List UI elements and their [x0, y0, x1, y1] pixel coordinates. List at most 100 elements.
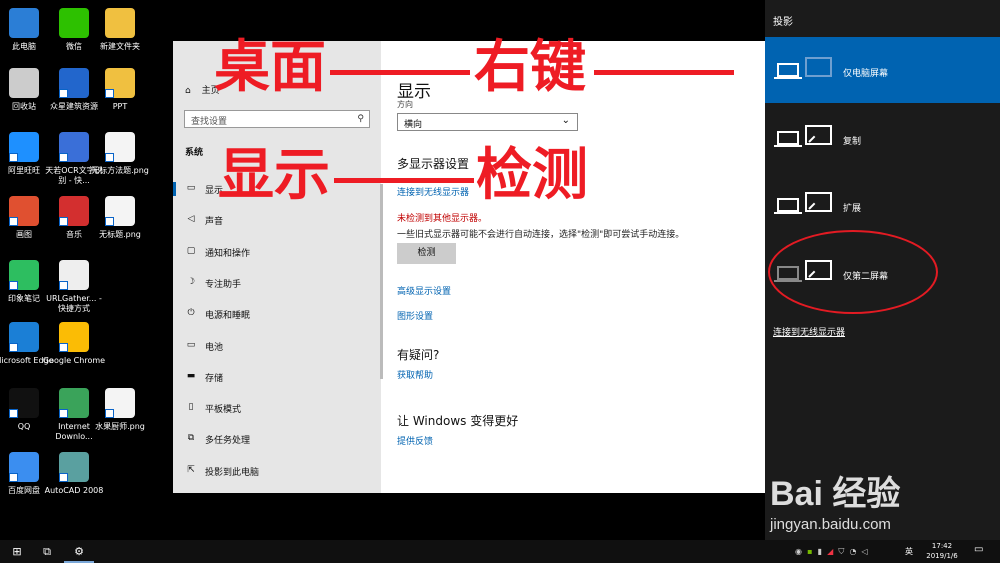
graphics-settings-link[interactable]: 图形设置: [397, 309, 433, 322]
home-icon: ⌂: [185, 86, 191, 96]
paint-icon: [9, 196, 39, 226]
action-center-icon[interactable]: ▭: [974, 544, 983, 555]
wifi-icon: ◔: [849, 547, 857, 556]
option-label: 扩展: [843, 204, 862, 214]
not-detected-message: 未检测到其他显示器。: [397, 214, 488, 224]
autocad-icon: [59, 452, 89, 482]
multitask-icon: ⧉: [187, 433, 195, 444]
search-icon: ⚲: [357, 114, 364, 124]
section-label: 系统: [185, 148, 204, 158]
orientation-select[interactable]: 横向 ⌄: [397, 113, 578, 131]
nav-item-label: 通知和操作: [205, 248, 251, 259]
duplicate-icon: [774, 125, 837, 153]
task-view-icon: ⧉: [43, 545, 51, 558]
option-duplicate[interactable]: 复制: [765, 105, 1000, 171]
pc-only-icon: [774, 57, 837, 85]
multi-display-heading: 多显示器设置: [397, 157, 470, 171]
ime-indicator[interactable]: 英: [905, 540, 913, 563]
nav-item[interactable]: ▢ 通知和操作: [173, 240, 381, 264]
nav-item[interactable]: ⏻ 电源和睡眠: [173, 302, 381, 326]
detect-button[interactable]: 检测: [397, 243, 456, 264]
annotation-dash: [594, 70, 734, 75]
nav-item[interactable]: ⇱ 投影到此电脑: [173, 459, 381, 483]
sidebar-scrollbar[interactable]: [380, 184, 383, 379]
annotation-right-click: 右键: [474, 35, 586, 100]
question-heading: 有疑问?: [397, 348, 440, 362]
search-input[interactable]: 查找设置 ⚲: [184, 110, 370, 128]
settings-sidebar: ⌂ 主页 查找设置 ⚲ 系统 ▭ 显示 ◁ 声音 ▢ 通知和操作 ☽ 专注助手 ⏻ 电源和睡眠 ▭ 电…: [173, 41, 381, 493]
taskbar-settings-app[interactable]: ⚙: [64, 540, 94, 563]
desktop-icon-label: 无标题.png: [99, 230, 141, 239]
desktop-icon[interactable]: AutoCAD 2008: [42, 452, 106, 496]
clock-time: 17:42: [931, 542, 953, 550]
nav-item[interactable]: ☽ 专注助手: [173, 271, 381, 295]
image-file-icon: [105, 388, 135, 418]
aliwangwang-icon: [9, 132, 39, 162]
evernote-icon: [9, 260, 39, 290]
battery-icon: ▭: [186, 339, 196, 350]
connect-wireless-display-link[interactable]: 连接到无线显示器: [773, 325, 845, 338]
edge-icon: [9, 322, 39, 352]
start-button[interactable]: ⊞: [2, 540, 32, 563]
speaker-icon: ◁: [187, 214, 195, 225]
option-pc-screen-only[interactable]: 仅电脑屏幕: [765, 37, 1000, 103]
display-icon: ▭: [186, 183, 196, 193]
settings-window: 设置 ⌂ 主页 查找设置 ⚲ 系统 ▭显示◁声音▢通知和操作☽专注助手⏻电源和睡…: [173, 41, 765, 493]
flag-icon: ◢: [827, 547, 834, 556]
nav-item[interactable]: ◁ 声音: [173, 208, 381, 232]
desktop-icon-label: 无标方法题.png: [91, 166, 149, 175]
nav-item-label: 投影到此电脑: [205, 467, 260, 478]
nav-item-label: 平板模式: [205, 405, 242, 416]
option-label: 仅电脑屏幕: [843, 69, 889, 79]
globe-icon: [59, 260, 89, 290]
desktop-icon[interactable]: 新建文件夹: [88, 8, 152, 52]
tray-icons[interactable]: ◉ ▪ ▮ ◢ ⛉ ◔ ◁: [795, 540, 868, 563]
nav-item-label: 多任务处理: [205, 436, 251, 447]
orientation-label: 方向: [397, 100, 413, 109]
clock[interactable]: 17:42 2019/1/6: [920, 541, 964, 561]
desktop-icon[interactable]: 无标题.png: [88, 196, 152, 240]
ocr-app-icon: [59, 132, 89, 162]
extend-icon: [774, 192, 837, 220]
baidu-netdisk-icon: [9, 452, 39, 482]
nav-item-label: 声音: [205, 217, 224, 228]
annotation-dash: [330, 70, 470, 75]
advanced-display-link[interactable]: 高级显示设置: [397, 284, 451, 297]
get-help-link[interactable]: 获取帮助: [397, 368, 433, 381]
annotation-desktop: 桌面: [214, 35, 326, 100]
nav-item-label: 电源和睡眠: [205, 311, 251, 322]
connect-wireless-link[interactable]: 连接到无线显示器: [397, 185, 469, 198]
annotation-dash: [334, 178, 474, 183]
nav-item[interactable]: ▭ 电池: [173, 334, 381, 358]
clock-date: 2019/1/6: [926, 552, 958, 560]
taskbar: ⊞ ⧉ ⚙ ◉ ▪ ▮ ◢ ⛉ ◔ ◁ 英 17:42 2019/1/6 ▭: [0, 540, 1000, 563]
windows-icon: ⊞: [12, 545, 22, 558]
feedback-link[interactable]: 提供反馈: [397, 434, 433, 447]
task-view-button[interactable]: ⧉: [32, 540, 62, 563]
desktop-icon-label: AutoCAD 2008: [44, 486, 104, 495]
option-extend[interactable]: 扩展: [765, 172, 1000, 238]
nav-item-label: 存储: [205, 373, 224, 384]
baidu-watermark-logo: Bai 经验: [770, 475, 901, 513]
nav-item[interactable]: ▬ 存储: [173, 365, 381, 389]
orientation-value: 横向: [404, 120, 423, 130]
nav-item[interactable]: ⧉ 多任务处理: [173, 427, 381, 451]
storage-icon: ▬: [186, 370, 196, 381]
project-icon: ⇱: [187, 464, 195, 475]
display-settings-pane: 显示 方向 横向 ⌄ 多显示器设置 连接到无线显示器 未检测到其他显示器。 一些…: [397, 41, 757, 493]
app-icon: [59, 68, 89, 98]
desktop-icon-label: 新建文件夹: [100, 42, 140, 51]
nvidia-icon: ▪: [807, 547, 813, 556]
desktop-icon[interactable]: PPT: [88, 68, 152, 112]
nav-item[interactable]: ▯ 平板模式: [173, 396, 381, 420]
notification-icon: ▢: [186, 245, 196, 256]
desktop-icon[interactable]: 水果厨师.png: [88, 388, 152, 432]
moon-icon: ☽: [186, 276, 196, 287]
desktop-icon-label: 水果厨师.png: [95, 422, 145, 431]
gear-icon: ⚙: [74, 545, 84, 558]
desktop-icon[interactable]: URLGather... - 快捷方式: [42, 260, 106, 314]
desktop-icon[interactable]: Google Chrome: [42, 322, 106, 366]
annotation-display: 显示: [218, 143, 330, 208]
desktop-icon[interactable]: 无标方法题.png: [88, 132, 152, 176]
desktop-icon-label: PPT: [112, 102, 128, 111]
